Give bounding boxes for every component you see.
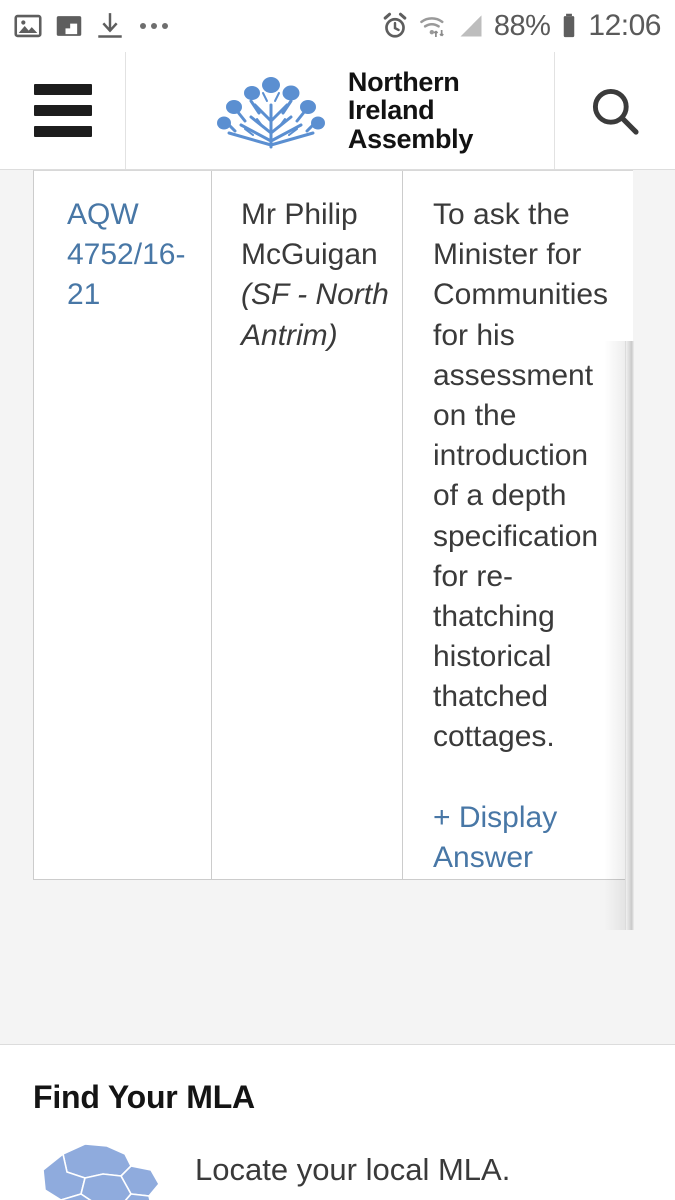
find-your-mla-section: Find Your MLA Locate your local MLA. Fin… bbox=[0, 1045, 675, 1200]
flax-flower-logo-icon bbox=[216, 76, 325, 148]
status-bar-left-icons bbox=[14, 12, 168, 40]
find-your-mla-description: Locate your local MLA. bbox=[195, 1152, 511, 1187]
signal-icon bbox=[460, 15, 482, 37]
questions-table: AQW 4752/16-21 Mr Philip McGuigan (SF - … bbox=[34, 171, 626, 880]
logo-line-2: Ireland bbox=[347, 95, 435, 126]
find-your-mla-heading: Find Your MLA bbox=[33, 1079, 255, 1115]
search-icon bbox=[592, 88, 639, 135]
mobile-browser-page: 88% 12:06 Northern Ireland Assembly AQW … bbox=[0, 0, 675, 1200]
status-bar: 88% 12:06 bbox=[0, 0, 675, 52]
site-logo-wordmark: Northern Ireland Assembly bbox=[347, 66, 474, 154]
display-answer-link[interactable]: + Display Answer bbox=[433, 798, 616, 878]
status-bar-right-icons: 88% 12:06 bbox=[381, 11, 661, 41]
questions-table-scroll-pane[interactable]: AQW 4752/16-21 Mr Philip McGuigan (SF - … bbox=[33, 170, 633, 880]
logo-line-3: Assembly bbox=[347, 123, 474, 154]
search-button[interactable] bbox=[555, 52, 675, 169]
battery-icon bbox=[564, 13, 575, 38]
clock-label: 12:06 bbox=[588, 9, 661, 42]
question-reference-link[interactable]: AQW 4752/16-21 bbox=[67, 195, 201, 316]
find-your-mla-text-block: Locate your local MLA. Find MLA ▸ bbox=[168, 1136, 510, 1200]
logo-line-1: Northern bbox=[347, 66, 460, 97]
more-dots-icon bbox=[140, 23, 168, 29]
table-cell-member: Mr Philip McGuigan (SF - North Antrim) bbox=[212, 171, 403, 880]
image-icon bbox=[14, 14, 42, 38]
table-vertical-scrollbar[interactable] bbox=[625, 341, 634, 930]
battery-percent-label: 88% bbox=[493, 9, 551, 42]
download-icon bbox=[98, 13, 122, 38]
screenshot-icon bbox=[56, 16, 82, 36]
member-party-label: (SF - North Antrim) bbox=[241, 278, 389, 352]
hamburger-menu-button[interactable] bbox=[0, 52, 126, 169]
alarm-icon bbox=[383, 12, 407, 38]
hamburger-menu-icon bbox=[33, 84, 92, 137]
wifi-icon bbox=[420, 17, 444, 37]
question-text: To ask the Minister for Communities for … bbox=[433, 198, 609, 754]
site-logo[interactable]: Northern Ireland Assembly bbox=[126, 52, 555, 169]
table-cell-reference: AQW 4752/16-21 bbox=[34, 171, 212, 880]
find-your-mla-body: Locate your local MLA. Find MLA ▸ bbox=[33, 1136, 642, 1200]
questions-table-region: AQW 4752/16-21 Mr Philip McGuigan (SF - … bbox=[0, 170, 675, 930]
member-name-label: Mr Philip McGuigan bbox=[241, 198, 378, 272]
table-cell-question: To ask the Minister for Communities for … bbox=[403, 171, 626, 880]
northern-ireland-map-icon bbox=[42, 1143, 160, 1200]
site-header: Northern Ireland Assembly bbox=[0, 52, 675, 170]
